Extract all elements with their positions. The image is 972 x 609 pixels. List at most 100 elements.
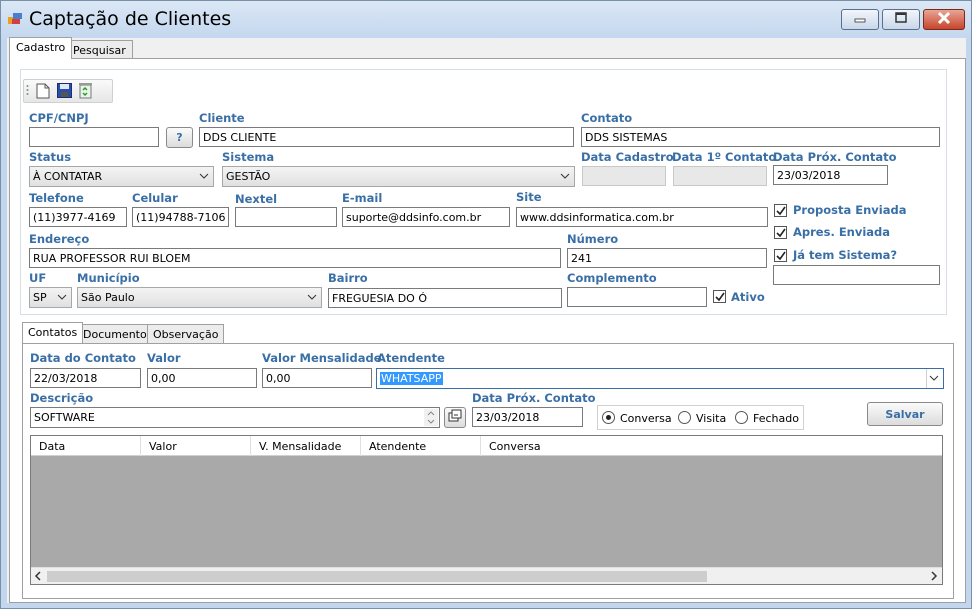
nextel-input[interactable] bbox=[235, 207, 337, 227]
application-window: Captação de Clientes Cadastro Pesquisar … bbox=[0, 0, 972, 609]
title-bar[interactable]: Captação de Clientes bbox=[1, 1, 971, 37]
cpf-input[interactable] bbox=[29, 127, 159, 147]
ja-tem-checkbox[interactable] bbox=[774, 249, 787, 262]
numero-input[interactable]: 241 bbox=[567, 248, 767, 268]
prox-contato-label: Data Próx. Contato bbox=[472, 391, 596, 405]
complemento-input[interactable] bbox=[567, 287, 707, 307]
chevron-down-icon bbox=[199, 171, 209, 181]
maximize-button[interactable] bbox=[882, 9, 920, 30]
complemento-label: Complemento bbox=[567, 271, 657, 285]
atendente-select[interactable]: WHATSAPP bbox=[376, 368, 944, 389]
sistema-select[interactable]: GESTÃO bbox=[222, 166, 575, 187]
cpf-search-button[interactable]: ? bbox=[166, 127, 193, 148]
prox-contato-input[interactable]: 23/03/2018 bbox=[472, 407, 583, 427]
recycle-icon[interactable] bbox=[78, 82, 93, 102]
status-select[interactable]: À CONTATAR bbox=[29, 166, 214, 187]
contato-input[interactable]: DDS SISTEMAS bbox=[581, 127, 940, 147]
cliente-input[interactable]: DDS CLIENTE bbox=[199, 127, 574, 147]
tab-cadastro[interactable]: Cadastro bbox=[9, 37, 73, 59]
radio-fechado[interactable] bbox=[735, 411, 748, 424]
celular-label: Celular bbox=[132, 191, 178, 205]
toolbar bbox=[23, 79, 113, 103]
dropdown-divider bbox=[926, 369, 927, 388]
client-area: Cadastro Pesquisar CPF/CNPJ ? Cliente DD… bbox=[7, 37, 966, 603]
valor-mensal-label: Valor Mensalidade bbox=[262, 351, 382, 365]
grid-col-conversa[interactable]: Conversa bbox=[481, 436, 942, 456]
valor-input[interactable]: 0,00 bbox=[147, 368, 257, 388]
scroll-left-icon[interactable] bbox=[34, 571, 42, 584]
grid-col-atendente[interactable]: Atendente bbox=[361, 436, 481, 456]
uf-value: SP bbox=[33, 291, 47, 304]
numero-label: Número bbox=[567, 232, 619, 246]
proposta-label: Proposta Enviada bbox=[793, 203, 907, 217]
atendente-value: WHATSAPP bbox=[380, 372, 443, 385]
apres-label: Apres. Enviada bbox=[793, 225, 891, 239]
close-button[interactable] bbox=[923, 9, 965, 30]
grid-col-data[interactable]: Data bbox=[31, 436, 141, 456]
minimize-icon bbox=[853, 13, 867, 26]
window-title: Captação de Clientes bbox=[29, 8, 232, 30]
municipio-select[interactable]: São Paulo bbox=[77, 287, 322, 308]
endereco-input[interactable]: RUA PROFESSOR RUI BLOEM bbox=[29, 248, 561, 268]
bairro-label: Bairro bbox=[328, 271, 368, 285]
scrollbar-thumb[interactable] bbox=[47, 571, 707, 582]
data-prox-contato-label: Data Próx. Contato bbox=[773, 150, 897, 164]
chevron-down-icon bbox=[307, 292, 317, 302]
uf-select[interactable]: SP bbox=[29, 287, 72, 308]
scroll-right-icon[interactable] bbox=[930, 571, 938, 584]
contatos-grid[interactable]: Data Valor V. Mensalidade Atendente Conv… bbox=[30, 435, 943, 585]
attach-button[interactable] bbox=[444, 407, 466, 428]
atendente-label: Atendente bbox=[377, 351, 445, 365]
save-icon[interactable] bbox=[57, 83, 72, 101]
tab-observacao[interactable]: Observação bbox=[147, 324, 225, 343]
municipio-label: Município bbox=[77, 271, 140, 285]
toolbar-grip-icon bbox=[26, 84, 29, 101]
radio-conversa[interactable] bbox=[602, 411, 615, 424]
new-document-icon[interactable] bbox=[36, 83, 50, 102]
valor-label: Valor bbox=[147, 351, 181, 365]
maximize-icon bbox=[894, 12, 908, 27]
link-icon bbox=[448, 409, 462, 426]
nextel-label: Nextel bbox=[235, 192, 278, 206]
valor-mensal-input[interactable]: 0,00 bbox=[262, 368, 372, 388]
data-cadastro-label: Data Cadastro bbox=[581, 150, 674, 164]
cliente-label: Cliente bbox=[199, 111, 245, 125]
site-label: Site bbox=[516, 190, 542, 204]
sistema-value: GESTÃO bbox=[226, 170, 271, 183]
uf-label: UF bbox=[29, 271, 47, 285]
contato-label: Contato bbox=[581, 111, 633, 125]
apres-checkbox[interactable] bbox=[774, 226, 787, 239]
email-label: E-mail bbox=[342, 191, 383, 205]
salvar-button[interactable]: Salvar bbox=[867, 402, 943, 426]
bairro-input[interactable]: FREGUESIA DO Ó bbox=[328, 288, 562, 308]
data-1-contato-input bbox=[673, 166, 767, 186]
ja-tem-label: Já tem Sistema? bbox=[793, 248, 898, 262]
ativo-checkbox[interactable] bbox=[713, 290, 726, 303]
grid-header: Data Valor V. Mensalidade Atendente Conv… bbox=[31, 436, 942, 456]
data-cadastro-input bbox=[582, 166, 666, 186]
celular-input[interactable]: (11)94788-7106 bbox=[132, 207, 229, 227]
tab-pesquisar[interactable]: Pesquisar bbox=[66, 40, 133, 58]
minimize-button[interactable] bbox=[841, 9, 879, 30]
ja-tem-input[interactable] bbox=[773, 265, 940, 285]
radio-fechado-label: Fechado bbox=[753, 412, 799, 425]
descricao-scrollbar[interactable] bbox=[424, 409, 438, 426]
cpf-label: CPF/CNPJ bbox=[29, 111, 89, 125]
status-label: Status bbox=[29, 150, 72, 164]
descricao-input[interactable]: SOFTWARE bbox=[30, 407, 440, 428]
status-value: À CONTATAR bbox=[33, 170, 103, 183]
descricao-label: Descrição bbox=[30, 391, 94, 405]
radio-visita[interactable] bbox=[678, 411, 691, 424]
data-prox-contato-input[interactable]: 23/03/2018 bbox=[773, 165, 888, 185]
grid-col-valor[interactable]: Valor bbox=[141, 436, 251, 456]
tab-contatos[interactable]: Contatos bbox=[22, 322, 84, 343]
data-contato-label: Data do Contato bbox=[30, 351, 136, 365]
grid-col-v-mensalidade[interactable]: V. Mensalidade bbox=[251, 436, 361, 456]
grid-horizontal-scrollbar[interactable] bbox=[31, 567, 942, 584]
telefone-input[interactable]: (11)3977-4169 bbox=[29, 207, 127, 227]
proposta-checkbox[interactable] bbox=[774, 204, 787, 217]
cadastro-page: CPF/CNPJ ? Cliente DDS CLIENTE Contato D… bbox=[9, 58, 966, 603]
data-contato-input[interactable]: 22/03/2018 bbox=[30, 368, 141, 388]
site-input[interactable]: www.ddsinformatica.com.br bbox=[516, 207, 768, 227]
email-input[interactable]: suporte@ddsinfo.com.br bbox=[342, 207, 510, 227]
